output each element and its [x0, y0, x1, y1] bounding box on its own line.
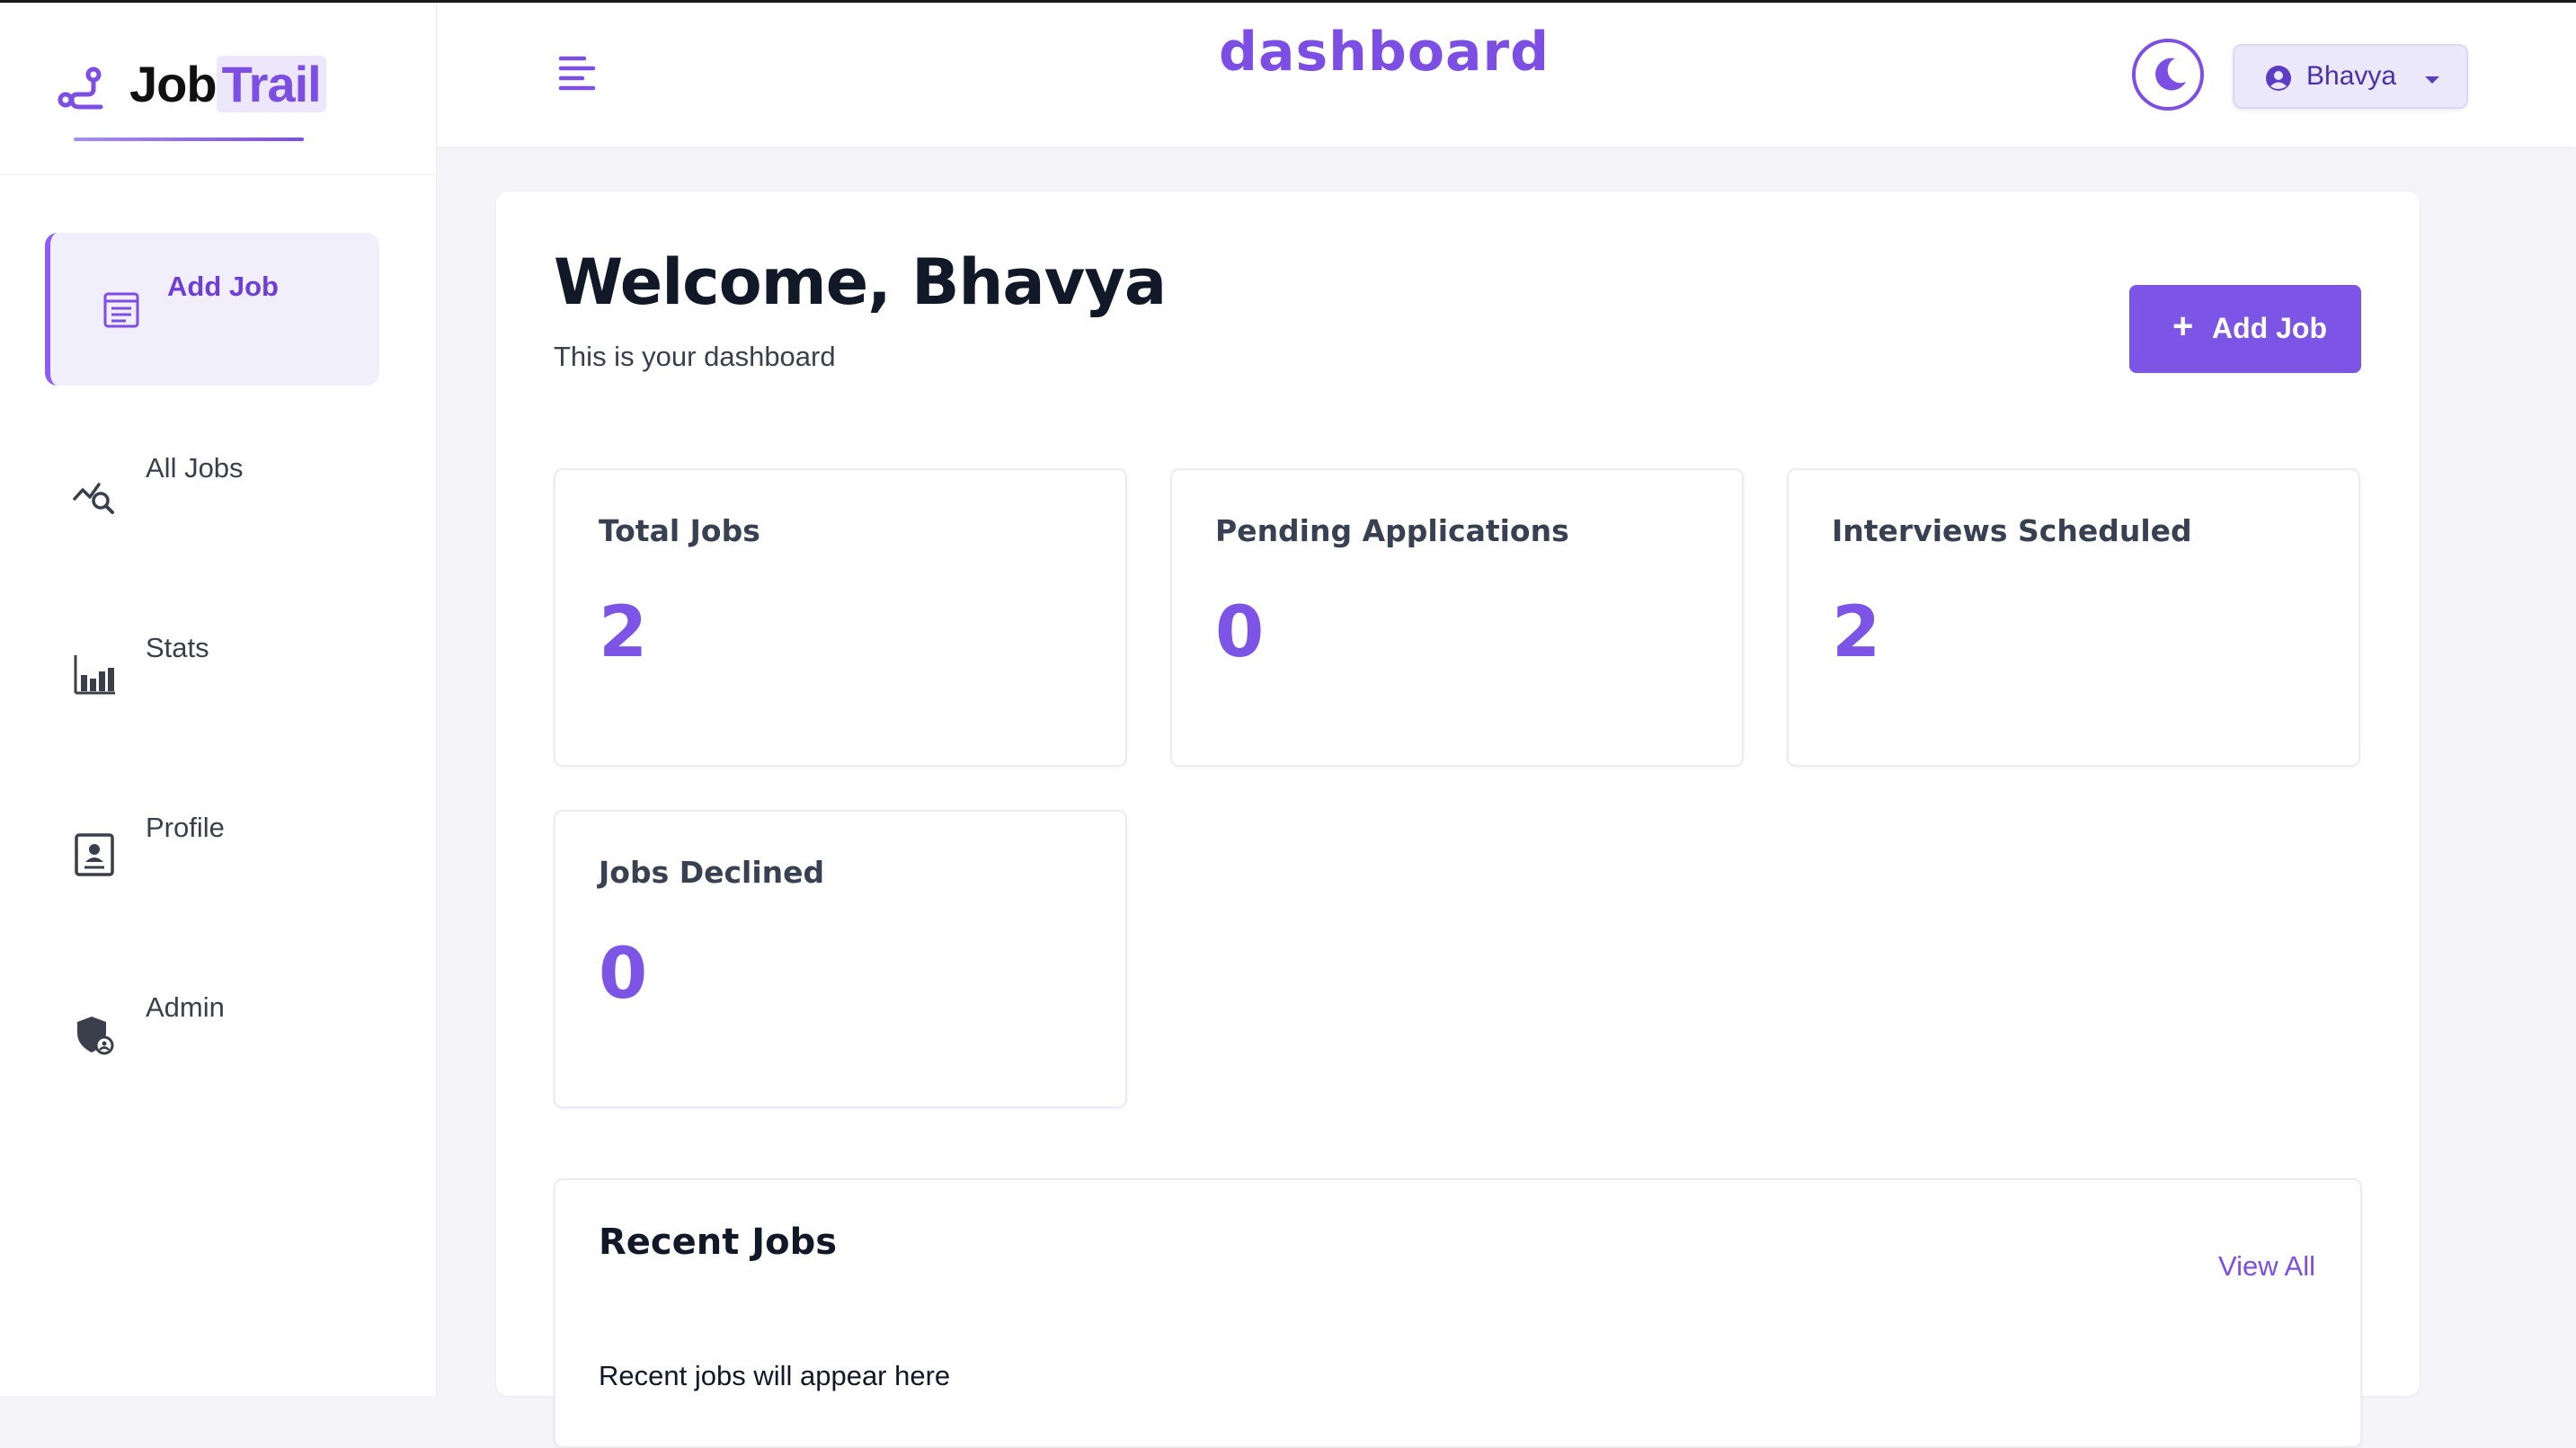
sidebar-item-label: Add Job	[167, 271, 279, 302]
welcome-subtitle: This is your dashboard	[554, 341, 836, 372]
route-icon	[58, 67, 103, 110]
brand-underline	[74, 138, 304, 141]
sidebar-item-all-jobs[interactable]: All Jobs	[45, 413, 379, 565]
recent-jobs-empty-text: Recent jobs will appear here	[599, 1360, 951, 1391]
stat-value: 2	[1832, 592, 1881, 673]
stat-card-interviews-scheduled: Interviews Scheduled 2	[1787, 468, 2360, 767]
stat-card-total-jobs: Total Jobs 2	[554, 468, 1127, 767]
recent-jobs-panel: Recent Jobs View All Recent jobs will ap…	[554, 1178, 2362, 1448]
add-job-button[interactable]: + Add Job	[2129, 285, 2361, 373]
stats-icon	[74, 655, 115, 695]
stat-label: Total Jobs	[599, 513, 760, 548]
user-circle-icon	[2266, 66, 2291, 91]
sidebar-item-stats[interactable]: Stats	[45, 592, 379, 745]
plus-icon: +	[2172, 306, 2194, 346]
menu-toggle-icon[interactable]	[555, 51, 599, 94]
welcome-heading: Welcome, Bhavya	[554, 245, 1167, 319]
sidebar: Job Trail Add Job All Jobs Stats Profile…	[0, 3, 437, 1396]
sidebar-item-profile[interactable]: Profile	[45, 772, 379, 925]
recent-jobs-title: Recent Jobs	[599, 1221, 838, 1263]
stat-label: Interviews Scheduled	[1832, 513, 2192, 548]
stat-value: 0	[599, 934, 648, 1015]
stat-card-jobs-declined: Jobs Declined 0	[554, 810, 1127, 1108]
theme-toggle-button[interactable]	[2132, 39, 2204, 111]
stat-value: 0	[1215, 592, 1265, 673]
stat-value: 2	[599, 592, 648, 673]
profile-icon	[75, 833, 114, 876]
brand-name-part1: Job	[129, 56, 218, 112]
sidebar-item-label: Admin	[146, 991, 225, 1023]
sidebar-item-label: Stats	[146, 632, 209, 663]
view-all-link[interactable]: View All	[2218, 1250, 2315, 1283]
user-name: Bhavya	[2306, 61, 2397, 91]
chevron-down-icon	[2425, 76, 2439, 84]
stat-card-pending-applications: Pending Applications 0	[1170, 468, 1744, 767]
all-jobs-icon	[73, 483, 114, 514]
sidebar-item-admin[interactable]: Admin	[45, 952, 379, 1105]
dashboard-card: Welcome, Bhavya This is your dashboard +…	[496, 191, 2420, 1448]
brand-name: Job Trail	[129, 55, 326, 113]
user-menu-button[interactable]: Bhavya	[2233, 44, 2468, 109]
moon-icon	[2155, 58, 2186, 91]
sidebar-item-label: All Jobs	[146, 452, 244, 484]
admin-icon	[77, 1017, 114, 1055]
sidebar-item-add-job[interactable]: Add Job	[45, 233, 379, 386]
brand-name-part2: Trail	[216, 56, 326, 112]
brand[interactable]: Job Trail	[0, 3, 437, 175]
stat-label: Pending Applications	[1215, 513, 1569, 548]
stat-label: Jobs Declined	[599, 855, 825, 890]
page-title: dashboard	[1219, 21, 1550, 84]
sidebar-item-label: Profile	[146, 812, 225, 843]
top-header: dashboard Bhavya	[437, 3, 2576, 147]
add-job-icon	[103, 292, 139, 328]
add-job-button-label: Add Job	[2212, 312, 2327, 344]
